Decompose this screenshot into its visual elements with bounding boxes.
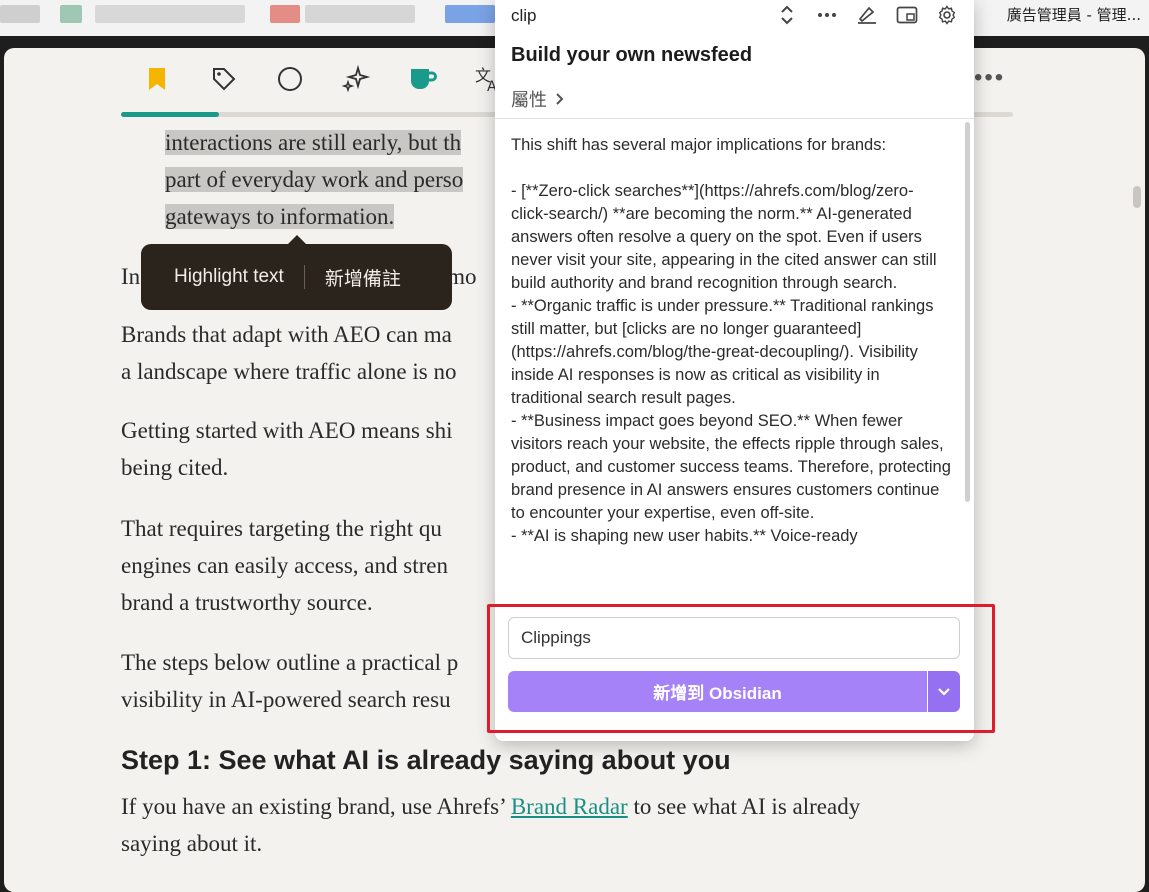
paragraph-text: That requires targeting the right qu [121, 516, 442, 541]
paragraph-text: saying about it. [121, 831, 263, 856]
properties-label: 屬性 [511, 90, 547, 111]
highlight-text-button[interactable]: Highlight text [174, 266, 284, 288]
highlighted-line: interactions are still early, but th [165, 130, 462, 155]
clipper-app-name: clip [511, 6, 537, 25]
mug-icon[interactable] [406, 62, 440, 96]
reader-view-icon[interactable] [894, 4, 920, 26]
chevron-right-icon [556, 93, 564, 105]
reading-progress-fill [121, 112, 220, 117]
properties-toggle[interactable]: 屬性 [511, 86, 565, 112]
popup-divider [303, 265, 305, 289]
add-note-button[interactable]: 新增備註 [325, 264, 401, 291]
blurred-tab[interactable] [305, 5, 415, 23]
divider [495, 118, 974, 119]
popup-arrow [287, 235, 307, 245]
paragraph-text: Brands that adapt with AEO can ma [121, 322, 452, 347]
note-content[interactable]: This shift has several major implication… [511, 134, 951, 608]
paragraph-text: If you have an existing brand, use Ahref… [121, 794, 511, 819]
tag-icon[interactable] [207, 62, 241, 96]
page-scrollbar[interactable] [1133, 186, 1141, 208]
paragraph-text: engines can easily access, and stren [121, 553, 448, 578]
blurred-tab[interactable] [445, 5, 495, 23]
tab-title[interactable]: 廣告管理員 - 管理... [1007, 4, 1141, 25]
blurred-tab[interactable] [0, 5, 40, 23]
blurred-tab[interactable] [95, 5, 245, 23]
blurred-tab-icon [270, 5, 300, 23]
clipper-header-icons [774, 4, 960, 26]
highlighted-line: part of everyday work and perso [165, 167, 464, 192]
bookmark-icon[interactable] [140, 62, 174, 96]
content-scrollbar[interactable] [965, 122, 970, 502]
step-heading: Step 1: See what AI is already saying ab… [121, 745, 731, 775]
note-title[interactable]: Build your own newsfeed [511, 44, 752, 67]
sparkle-icon[interactable] [339, 62, 373, 96]
paragraph: If you have an existing brand, use Ahref… [121, 788, 1001, 862]
annotation-highlight-box [487, 604, 995, 733]
expand-collapse-icon[interactable] [774, 4, 800, 26]
highlighter-icon[interactable] [854, 4, 880, 26]
paragraph-text: In [121, 264, 141, 289]
circle-icon[interactable] [273, 62, 307, 96]
more-options-icon[interactable]: ••• [974, 64, 1005, 92]
highlight-popup: Highlight text 新增備註 [141, 235, 452, 310]
more-icon[interactable] [814, 4, 840, 26]
highlighted-line: gateways to information. [165, 204, 395, 229]
settings-icon[interactable] [934, 4, 960, 26]
brand-radar-link[interactable]: Brand Radar [511, 794, 628, 819]
paragraph-text: to see what AI is already [627, 794, 861, 819]
blurred-tab-icon [60, 5, 82, 23]
